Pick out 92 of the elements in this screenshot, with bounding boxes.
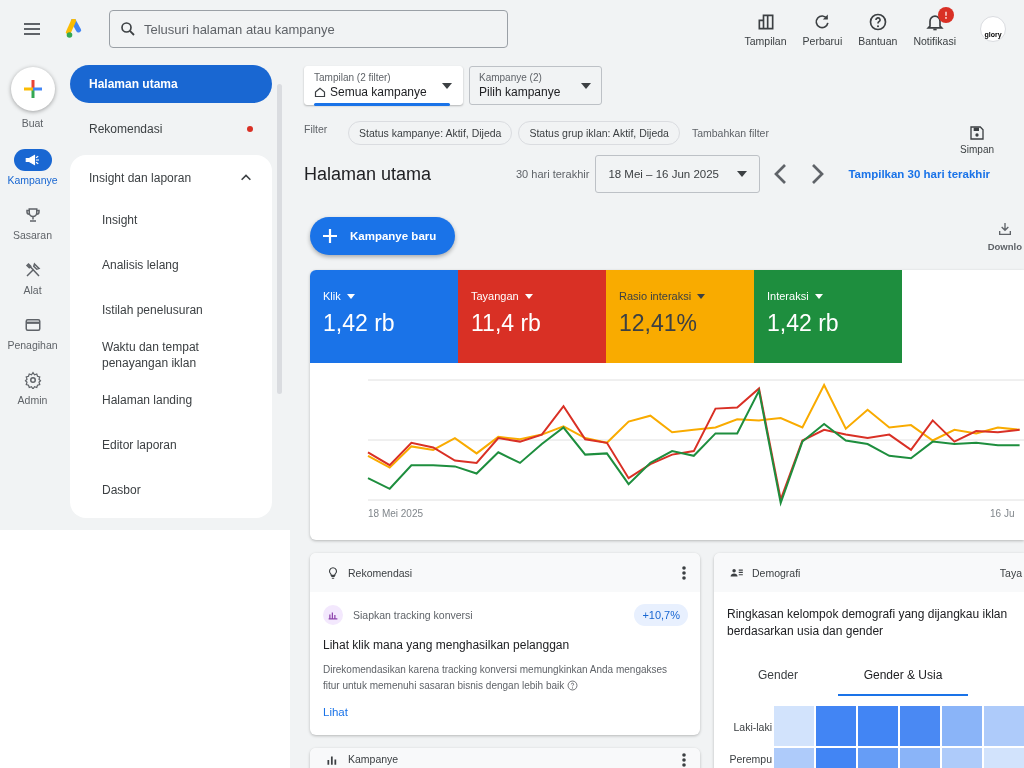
recommendation-description: Direkomendasikan karena tracking konversi memungkinkan Anda mengakses fitur untuk memenuhi sasaran bisnis dengan lebih baik: [323, 663, 669, 693]
heatmap-cell: [858, 748, 898, 768]
notifications-button[interactable]: Notifikasi: [907, 9, 962, 49]
dropdown[interactable]: Kampanye (2) Pilih kampanye: [469, 66, 602, 105]
nav-item[interactable]: Rekomendasi: [70, 110, 272, 148]
menu-icon[interactable]: [22, 22, 42, 36]
demographics-summary: Ringkasan kelompok demografi yang dijangkau iklan berdasarkan usia dan gender: [726, 606, 1009, 640]
dropdown[interactable]: Tampilan (2 filter) Semua kampanye: [304, 66, 463, 105]
card-title: Kampanye: [348, 753, 399, 765]
more-icon: [682, 753, 686, 767]
download-icon: [996, 220, 1013, 237]
add-filter-link[interactable]: Tambahkan filter: [685, 126, 775, 140]
tab[interactable]: Gender & Usia: [838, 656, 968, 696]
more-button[interactable]: [680, 753, 688, 767]
help-button[interactable]: Bantuan: [852, 9, 904, 49]
filter-chip[interactable]: Status grup iklan: Aktif, Dijeda: [518, 121, 680, 145]
card-title: Demografi: [752, 566, 801, 579]
caret-icon: [524, 293, 533, 299]
lightbulb-icon: [326, 565, 340, 580]
rail-item[interactable]: Penagihan: [2, 314, 63, 351]
caret-icon: [346, 293, 355, 299]
more-icon: [682, 565, 686, 580]
heatmap-cell: [984, 748, 1024, 768]
heatmap-cell: [816, 706, 856, 746]
nav-item[interactable]: Dasbor: [70, 467, 272, 512]
search-field[interactable]: Telusuri halaman atau kampanye: [109, 10, 508, 48]
search-icon: [119, 20, 137, 38]
trophy-icon: [23, 206, 42, 224]
score-badge: +10,7%: [634, 604, 688, 626]
metric-tile[interactable]: Rasio interaksi 12,41%: [606, 270, 754, 363]
create-button[interactable]: [10, 67, 55, 111]
card-title: Rekomendasi: [348, 566, 413, 579]
nav-item[interactable]: Analisis lelang: [70, 242, 272, 287]
caret-icon: [442, 82, 452, 89]
tools-icon: [23, 261, 42, 279]
nav-item[interactable]: Editor laporan: [70, 422, 272, 467]
caret-icon: [697, 293, 706, 299]
more-button[interactable]: [680, 565, 688, 580]
heatmap-cell: [984, 706, 1024, 746]
create-label: Buat: [21, 117, 44, 129]
axis-label: 16 Ju: [990, 508, 1015, 519]
heatmap-cell: [900, 706, 940, 746]
heatmap-cell: [942, 706, 982, 746]
metric-tile[interactable]: Tayangan 11,4 rb: [458, 270, 606, 363]
rail-item[interactable]: Admin: [2, 369, 63, 406]
nav-item[interactable]: Halaman landing: [70, 377, 272, 422]
recommendation-name: Siapkan tracking konversi: [353, 609, 473, 621]
help-icon: [567, 680, 579, 691]
card-action[interactable]: Taya: [999, 566, 1022, 579]
nav-item[interactable]: Halaman utama: [70, 65, 272, 103]
rail-item[interactable]: Sasaran: [2, 204, 63, 241]
rail-item[interactable]: Kampanye: [2, 149, 63, 186]
refresh-button[interactable]: Perbarui: [796, 9, 849, 49]
view-button[interactable]: Tampilan: [738, 9, 793, 49]
filter-chip[interactable]: Status kampanye: Aktif, Dijeda: [348, 121, 513, 145]
caret-icon: [737, 171, 748, 177]
help-icon: [867, 11, 888, 32]
row-label: Perempu: [729, 752, 772, 766]
metric-tile[interactable]: Interaksi 1,42 rb: [754, 270, 902, 363]
new-campaign-button[interactable]: Kampanye baru: [310, 217, 456, 255]
heatmap-cell: [900, 748, 940, 768]
plus-icon: [322, 228, 338, 244]
date-range-picker[interactable]: 18 Mei – 16 Jun 2025: [595, 155, 761, 193]
heatmap-cell: [774, 706, 814, 746]
tracking-icon: [323, 605, 343, 625]
row-label: Laki-laki: [733, 720, 772, 734]
metric-tile[interactable]: Klik 1,42 rb: [310, 270, 458, 363]
card-icon: [23, 316, 42, 334]
caret-icon: [581, 82, 591, 89]
heatmap-cell: [774, 748, 814, 768]
heatmap-cell: [816, 748, 856, 768]
nav-item[interactable]: Insight: [70, 197, 272, 242]
date-link[interactable]: Tampilkan 30 hari terakhir: [842, 167, 997, 181]
nav-item[interactable]: Waktu dan tempat penayangan iklan: [70, 332, 272, 377]
range-label: 30 hari terakhir: [516, 168, 590, 180]
view-link[interactable]: Lihat: [323, 706, 348, 718]
nav-group-header[interactable]: Insight dan laporan: [70, 159, 272, 197]
heatmap-cell: [858, 706, 898, 746]
recommendation-headline: Lihat klik mana yang menghasilkan pelanggan: [323, 638, 571, 652]
save-icon: [969, 125, 986, 141]
axis-label: 18 Mei 2025: [368, 508, 424, 519]
nav-item[interactable]: Istilah penelusuran: [70, 287, 272, 332]
page-title: Halaman utama: [304, 163, 433, 185]
heatmap-cell: [942, 748, 982, 768]
tab[interactable]: Gender: [726, 656, 830, 696]
download-button[interactable]: Downlo: [987, 220, 1024, 252]
home-icon: [314, 86, 326, 98]
filter-label: Filter: [304, 123, 329, 135]
settings-icon: [23, 371, 42, 389]
save-button[interactable]: Simpan: [954, 124, 1000, 156]
caret-icon: [814, 293, 823, 299]
rail-item[interactable]: Alat: [2, 259, 63, 296]
